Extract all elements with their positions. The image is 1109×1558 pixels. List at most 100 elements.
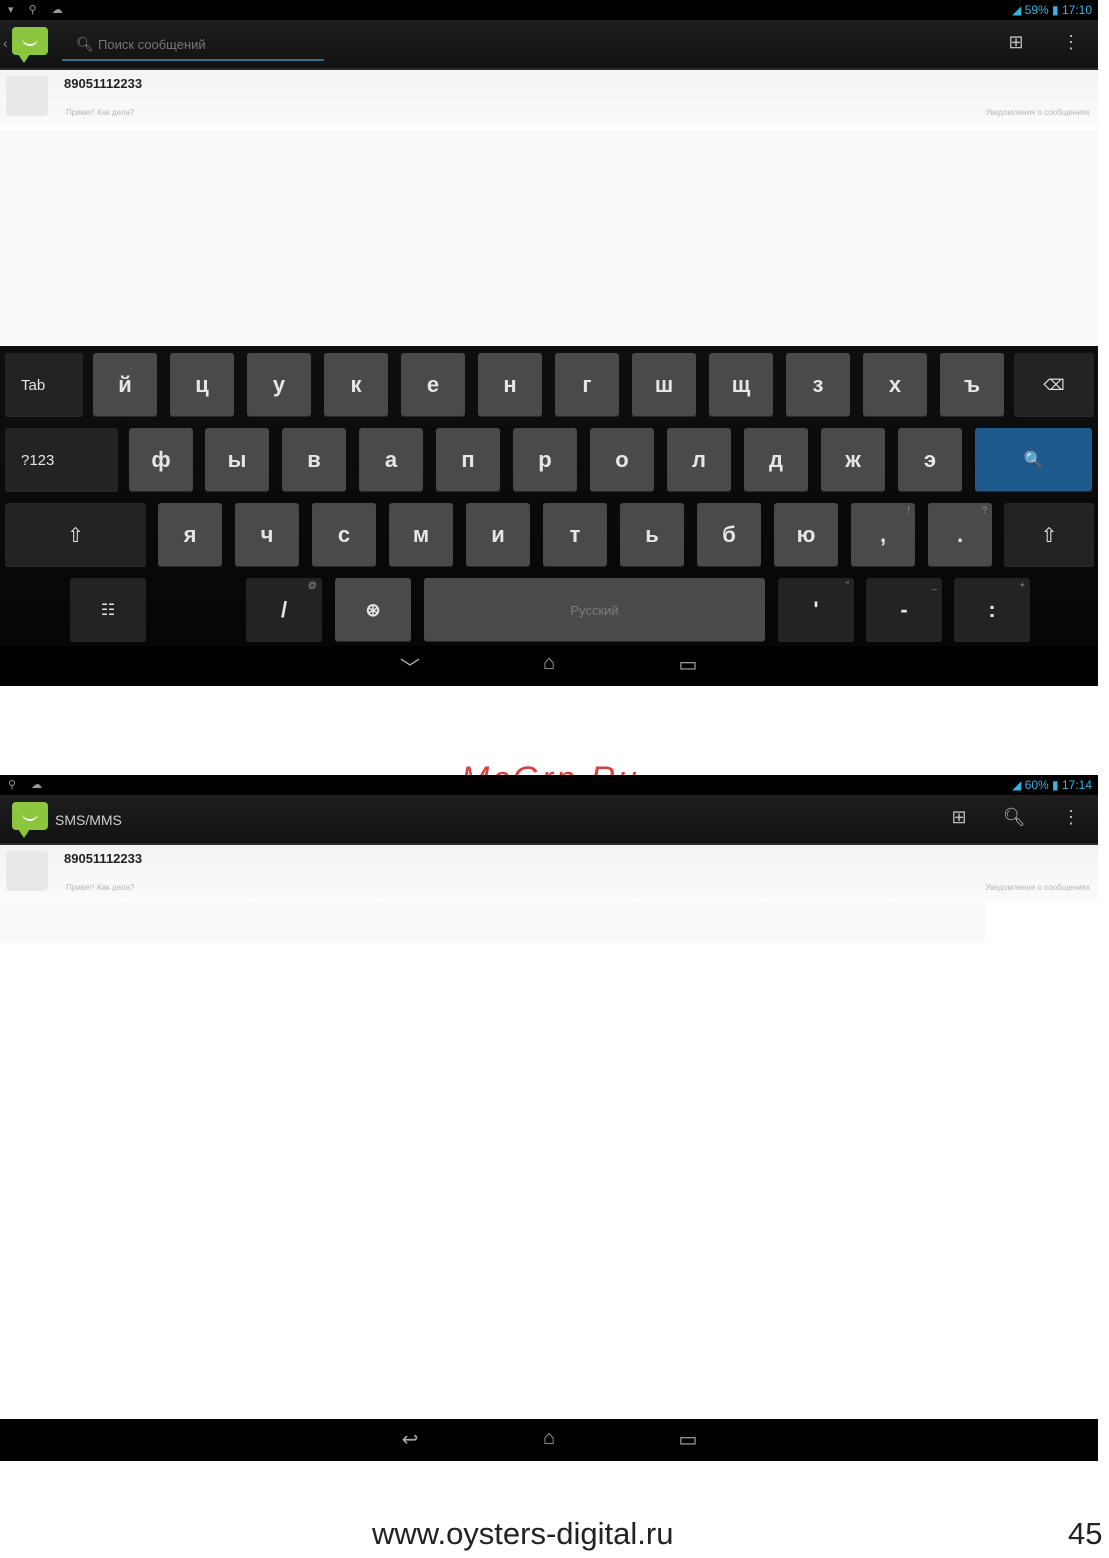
key[interactable]: с — [312, 503, 376, 567]
search-icon: 🔍︎ — [76, 36, 94, 52]
key[interactable]: о — [590, 428, 654, 492]
messages-app-icon[interactable] — [12, 802, 48, 838]
footer-url: www.oysters-digital.ru — [372, 1516, 674, 1551]
hide-keyboard-icon[interactable]: ﹀ — [390, 652, 430, 681]
slash-key[interactable]: / @ — [246, 578, 322, 642]
key[interactable]: ф — [129, 428, 193, 492]
back-caret-icon[interactable]: ‹ — [3, 35, 8, 51]
overflow-menu-icon[interactable]: ⋮ — [1056, 32, 1086, 53]
screenshot-messages-list: ⚲ ☁ ◢ 60% ▮ 17:14 SMS/MMS ⊞ 🔍︎ ⋮ 8905111… — [0, 775, 1098, 1461]
recents-icon[interactable]: ▭ — [668, 652, 708, 677]
key[interactable]: ь — [620, 503, 684, 567]
comma-key[interactable]: ,! — [851, 503, 915, 567]
new-message-icon[interactable]: ⊞ — [944, 807, 974, 828]
status-bar: ▾ ⚲ ☁ ◢ 59% ▮ 17:10 — [0, 0, 1098, 20]
key[interactable]: г — [555, 353, 619, 417]
period-label: . — [956, 522, 964, 547]
recents-icon[interactable]: ▭ — [668, 1427, 708, 1452]
key[interactable]: ю — [774, 503, 838, 567]
battery-icon: ▮ — [1052, 778, 1059, 792]
colon-hint: + — [1019, 580, 1025, 590]
colon-label: : — [988, 597, 996, 622]
key[interactable]: ч — [235, 503, 299, 567]
conversation-item[interactable]: 89051112233 Привет! Как дела? Уведомлени… — [0, 845, 1098, 901]
backspace-key[interactable]: ⌫ — [1014, 353, 1094, 417]
key[interactable]: а — [359, 428, 423, 492]
key[interactable]: н — [478, 353, 542, 417]
app-title: SMS/MMS — [55, 812, 122, 828]
language-key[interactable]: ⊛ — [335, 578, 411, 642]
onscreen-keyboard: Tab й ц у к е н г ш щ з х ъ ⌫ ?123 ф ы в… — [0, 346, 1098, 646]
period-key[interactable]: .? — [928, 503, 992, 567]
faded-background — [0, 903, 985, 943]
page-number: 45 — [1068, 1516, 1103, 1551]
shift-key-left[interactable]: ⇧ — [5, 503, 146, 567]
apostrophe-hint: " — [845, 580, 849, 590]
key[interactable]: п — [436, 428, 500, 492]
overflow-menu-icon[interactable]: ⋮ — [1056, 807, 1086, 828]
key[interactable]: ъ — [940, 353, 1004, 417]
message-snippet: Привет! Как дела? — [66, 883, 135, 892]
key[interactable]: ц — [170, 353, 234, 417]
key[interactable]: в — [282, 428, 346, 492]
key[interactable]: я — [158, 503, 222, 567]
home-icon[interactable]: ⌂ — [529, 652, 569, 675]
colon-key[interactable]: : + — [954, 578, 1030, 642]
shift-key-right[interactable]: ⇧ — [1004, 503, 1094, 567]
key[interactable]: м — [389, 503, 453, 567]
key[interactable]: б — [697, 503, 761, 567]
clock: 17:10 — [1061, 3, 1092, 17]
notification-icons: ▾ ⚲ ☁ — [8, 4, 69, 16]
conversation-meta: Уведомления о сообщениях — [985, 883, 1090, 892]
key[interactable]: у — [247, 353, 311, 417]
key-tab[interactable]: Tab — [5, 353, 83, 417]
key[interactable]: л — [667, 428, 731, 492]
contact-number: 89051112233 — [64, 851, 143, 866]
search-field[interactable]: 🔍︎ — [62, 32, 324, 61]
key[interactable]: и — [466, 503, 530, 567]
slash-label: / — [280, 597, 288, 622]
dash-key[interactable]: - _ — [866, 578, 942, 642]
key[interactable]: ы — [205, 428, 269, 492]
search-key[interactable]: 🔍 — [975, 428, 1092, 492]
key[interactable]: р — [513, 428, 577, 492]
navigation-bar: ↩ ⌂ ▭ — [0, 1419, 1098, 1461]
key[interactable]: з — [786, 353, 850, 417]
home-icon[interactable]: ⌂ — [529, 1427, 569, 1450]
battery-level: 59% — [1024, 3, 1049, 17]
status-right: ◢ 60% ▮ 17:14 — [1012, 778, 1092, 792]
battery-level: 60% — [1024, 778, 1049, 792]
key[interactable]: т — [543, 503, 607, 567]
dash-hint: _ — [931, 580, 937, 590]
settings-key[interactable]: ☷ — [70, 578, 146, 642]
period-hint: ? — [981, 505, 987, 515]
slash-hint: @ — [307, 580, 317, 590]
key[interactable]: й — [93, 353, 157, 417]
key[interactable]: э — [898, 428, 962, 492]
key[interactable]: х — [863, 353, 927, 417]
clock: 17:14 — [1061, 778, 1092, 792]
dash-label: - — [900, 597, 908, 622]
faded-background — [0, 130, 1098, 345]
battery-icon: ▮ — [1052, 3, 1059, 17]
space-bar[interactable]: Русский — [424, 578, 765, 642]
signal-icon: ◢ — [1012, 3, 1022, 17]
key[interactable]: д — [744, 428, 808, 492]
status-right: ◢ 59% ▮ 17:10 — [1012, 3, 1092, 17]
new-message-icon[interactable]: ⊞ — [1001, 32, 1031, 53]
search-icon[interactable]: 🔍︎ — [999, 807, 1029, 828]
key[interactable]: ж — [821, 428, 885, 492]
key[interactable]: щ — [709, 353, 773, 417]
apostrophe-label: ' — [813, 597, 819, 622]
messages-app-icon[interactable] — [12, 27, 48, 63]
status-bar: ⚲ ☁ ◢ 60% ▮ 17:14 — [0, 775, 1098, 795]
key[interactable]: ш — [632, 353, 696, 417]
conversation-item[interactable]: 89051112233 Привет! Как дела? Уведомлени… — [0, 70, 1098, 126]
search-input[interactable] — [96, 36, 320, 53]
apostrophe-key[interactable]: ' " — [778, 578, 854, 642]
key-symbols[interactable]: ?123 — [5, 428, 118, 492]
key[interactable]: е — [401, 353, 465, 417]
avatar — [6, 76, 48, 116]
back-icon[interactable]: ↩ — [390, 1427, 430, 1452]
key[interactable]: к — [324, 353, 388, 417]
